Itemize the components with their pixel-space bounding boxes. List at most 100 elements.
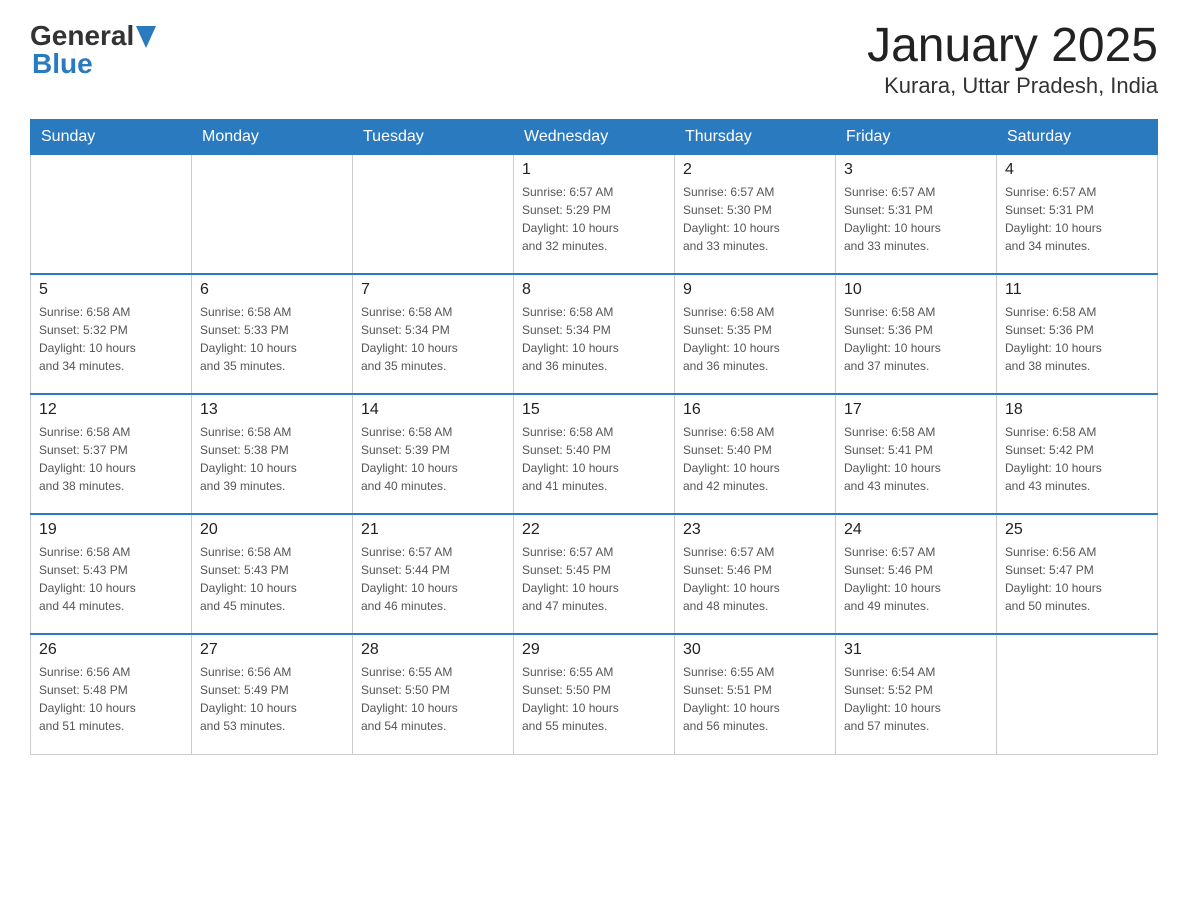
day-info: Sunrise: 6:54 AMSunset: 5:52 PMDaylight:… (844, 663, 988, 735)
day-number: 14 (361, 401, 505, 419)
col-header-sunday: Sunday (31, 119, 192, 154)
day-number: 11 (1005, 281, 1149, 299)
day-info: Sunrise: 6:58 AMSunset: 5:33 PMDaylight:… (200, 303, 344, 375)
day-info: Sunrise: 6:58 AMSunset: 5:36 PMDaylight:… (1005, 303, 1149, 375)
day-info: Sunrise: 6:57 AMSunset: 5:46 PMDaylight:… (844, 543, 988, 615)
calendar-cell: 24 Sunrise: 6:57 AMSunset: 5:46 PMDayligh… (836, 514, 997, 634)
calendar-cell: 7Sunrise: 6:58 AMSunset: 5:34 PMDaylight… (353, 274, 514, 394)
calendar-cell: 13Sunrise: 6:58 AMSunset: 5:38 PMDayligh… (192, 394, 353, 514)
day-info: Sunrise: 6:56 AMSunset: 5:48 PMDaylight:… (39, 663, 183, 735)
day-number: 24 (844, 521, 988, 539)
calendar-week-row: 5Sunrise: 6:58 AMSunset: 5:32 PMDaylight… (31, 274, 1158, 394)
day-info: Sunrise: 6:58 AMSunset: 5:40 PMDaylight:… (683, 423, 827, 495)
calendar-cell: 31 Sunrise: 6:54 AMSunset: 5:52 PMDayligh… (836, 634, 997, 754)
calendar-cell: 5Sunrise: 6:58 AMSunset: 5:32 PMDaylight… (31, 274, 192, 394)
location-subtitle: Kurara, Uttar Pradesh, India (867, 73, 1158, 99)
calendar-cell: 28 Sunrise: 6:55 AMSunset: 5:50 PMDayligh… (353, 634, 514, 754)
calendar-cell: 4 Sunrise: 6:57 AMSunset: 5:31 PMDaylight… (997, 154, 1158, 274)
calendar-table: SundayMondayTuesdayWednesdayThursdayFrid… (30, 119, 1158, 755)
day-info: Sunrise: 6:58 AMSunset: 5:34 PMDaylight:… (522, 303, 666, 375)
calendar-cell: 1 Sunrise: 6:57 AMSunset: 5:29 PMDaylight… (514, 154, 675, 274)
calendar-cell: 14 Sunrise: 6:58 AMSunset: 5:39 PMDayligh… (353, 394, 514, 514)
calendar-cell: 25 Sunrise: 6:56 AMSunset: 5:47 PMDayligh… (997, 514, 1158, 634)
title-area: January 2025 Kurara, Uttar Pradesh, Indi… (867, 20, 1158, 99)
day-number: 18 (1005, 401, 1149, 419)
day-number: 29 (522, 641, 666, 659)
day-info: Sunrise: 6:58 AMSunset: 5:35 PMDaylight:… (683, 303, 827, 375)
col-header-monday: Monday (192, 119, 353, 154)
day-number: 7 (361, 281, 505, 299)
calendar-cell: 30Sunrise: 6:55 AMSunset: 5:51 PMDayligh… (675, 634, 836, 754)
day-number: 19 (39, 521, 183, 539)
day-number: 10 (844, 281, 988, 299)
calendar-cell: 22 Sunrise: 6:57 AMSunset: 5:45 PMDayligh… (514, 514, 675, 634)
calendar-cell: 27 Sunrise: 6:56 AMSunset: 5:49 PMDayligh… (192, 634, 353, 754)
day-info: Sunrise: 6:58 AMSunset: 5:39 PMDaylight:… (361, 423, 505, 495)
day-number: 22 (522, 521, 666, 539)
calendar-cell (31, 154, 192, 274)
calendar-cell: 3Sunrise: 6:57 AMSunset: 5:31 PMDaylight… (836, 154, 997, 274)
col-header-friday: Friday (836, 119, 997, 154)
day-info: Sunrise: 6:58 AMSunset: 5:38 PMDaylight:… (200, 423, 344, 495)
day-info: Sunrise: 6:58 AMSunset: 5:36 PMDaylight:… (844, 303, 988, 375)
calendar-week-row: 12 Sunrise: 6:58 AMSunset: 5:37 PMDayligh… (31, 394, 1158, 514)
day-number: 9 (683, 281, 827, 299)
day-info: Sunrise: 6:57 AMSunset: 5:44 PMDaylight:… (361, 543, 505, 615)
day-info: Sunrise: 6:58 AMSunset: 5:43 PMDaylight:… (39, 543, 183, 615)
day-info: Sunrise: 6:56 AMSunset: 5:47 PMDaylight:… (1005, 543, 1149, 615)
col-header-wednesday: Wednesday (514, 119, 675, 154)
col-header-tuesday: Tuesday (353, 119, 514, 154)
calendar-cell: 18 Sunrise: 6:58 AMSunset: 5:42 PMDayligh… (997, 394, 1158, 514)
day-info: Sunrise: 6:57 AMSunset: 5:45 PMDaylight:… (522, 543, 666, 615)
day-number: 12 (39, 401, 183, 419)
day-info: Sunrise: 6:58 AMSunset: 5:41 PMDaylight:… (844, 423, 988, 495)
calendar-cell: 26Sunrise: 6:56 AMSunset: 5:48 PMDayligh… (31, 634, 192, 754)
day-number: 20 (200, 521, 344, 539)
calendar-cell: 23 Sunrise: 6:57 AMSunset: 5:46 PMDayligh… (675, 514, 836, 634)
day-info: Sunrise: 6:57 AMSunset: 5:46 PMDaylight:… (683, 543, 827, 615)
day-number: 5 (39, 281, 183, 299)
calendar-week-row: 19 Sunrise: 6:58 AMSunset: 5:43 PMDayligh… (31, 514, 1158, 634)
calendar-week-row: 26Sunrise: 6:56 AMSunset: 5:48 PMDayligh… (31, 634, 1158, 754)
day-info: Sunrise: 6:57 AMSunset: 5:31 PMDaylight:… (1005, 183, 1149, 255)
day-info: Sunrise: 6:58 AMSunset: 5:42 PMDaylight:… (1005, 423, 1149, 495)
calendar-cell: 29Sunrise: 6:55 AMSunset: 5:50 PMDayligh… (514, 634, 675, 754)
day-number: 8 (522, 281, 666, 299)
calendar-cell: 16 Sunrise: 6:58 AMSunset: 5:40 PMDayligh… (675, 394, 836, 514)
day-number: 31 (844, 641, 988, 659)
calendar-cell: 12 Sunrise: 6:58 AMSunset: 5:37 PMDayligh… (31, 394, 192, 514)
day-info: Sunrise: 6:58 AMSunset: 5:40 PMDaylight:… (522, 423, 666, 495)
day-number: 28 (361, 641, 505, 659)
day-info: Sunrise: 6:56 AMSunset: 5:49 PMDaylight:… (200, 663, 344, 735)
day-number: 23 (683, 521, 827, 539)
logo-blue-text: Blue (30, 48, 156, 80)
day-info: Sunrise: 6:58 AMSunset: 5:37 PMDaylight:… (39, 423, 183, 495)
calendar-cell: 10 Sunrise: 6:58 AMSunset: 5:36 PMDayligh… (836, 274, 997, 394)
day-info: Sunrise: 6:55 AMSunset: 5:50 PMDaylight:… (361, 663, 505, 735)
calendar-cell: 11 Sunrise: 6:58 AMSunset: 5:36 PMDayligh… (997, 274, 1158, 394)
calendar-cell: 15Sunrise: 6:58 AMSunset: 5:40 PMDayligh… (514, 394, 675, 514)
logo: General Blue (30, 20, 156, 80)
col-header-saturday: Saturday (997, 119, 1158, 154)
day-number: 2 (683, 161, 827, 179)
calendar-cell (353, 154, 514, 274)
col-header-thursday: Thursday (675, 119, 836, 154)
calendar-header-row: SundayMondayTuesdayWednesdayThursdayFrid… (31, 119, 1158, 154)
calendar-cell (997, 634, 1158, 754)
day-number: 21 (361, 521, 505, 539)
calendar-cell (192, 154, 353, 274)
day-number: 25 (1005, 521, 1149, 539)
day-info: Sunrise: 6:57 AMSunset: 5:30 PMDaylight:… (683, 183, 827, 255)
calendar-cell: 17Sunrise: 6:58 AMSunset: 5:41 PMDayligh… (836, 394, 997, 514)
calendar-cell: 2 Sunrise: 6:57 AMSunset: 5:30 PMDaylight… (675, 154, 836, 274)
month-title: January 2025 (867, 20, 1158, 73)
day-number: 3 (844, 161, 988, 179)
day-info: Sunrise: 6:58 AMSunset: 5:43 PMDaylight:… (200, 543, 344, 615)
calendar-cell: 19 Sunrise: 6:58 AMSunset: 5:43 PMDayligh… (31, 514, 192, 634)
day-number: 27 (200, 641, 344, 659)
day-number: 4 (1005, 161, 1149, 179)
day-number: 16 (683, 401, 827, 419)
day-info: Sunrise: 6:57 AMSunset: 5:29 PMDaylight:… (522, 183, 666, 255)
day-number: 1 (522, 161, 666, 179)
calendar-cell: 9 Sunrise: 6:58 AMSunset: 5:35 PMDaylight… (675, 274, 836, 394)
